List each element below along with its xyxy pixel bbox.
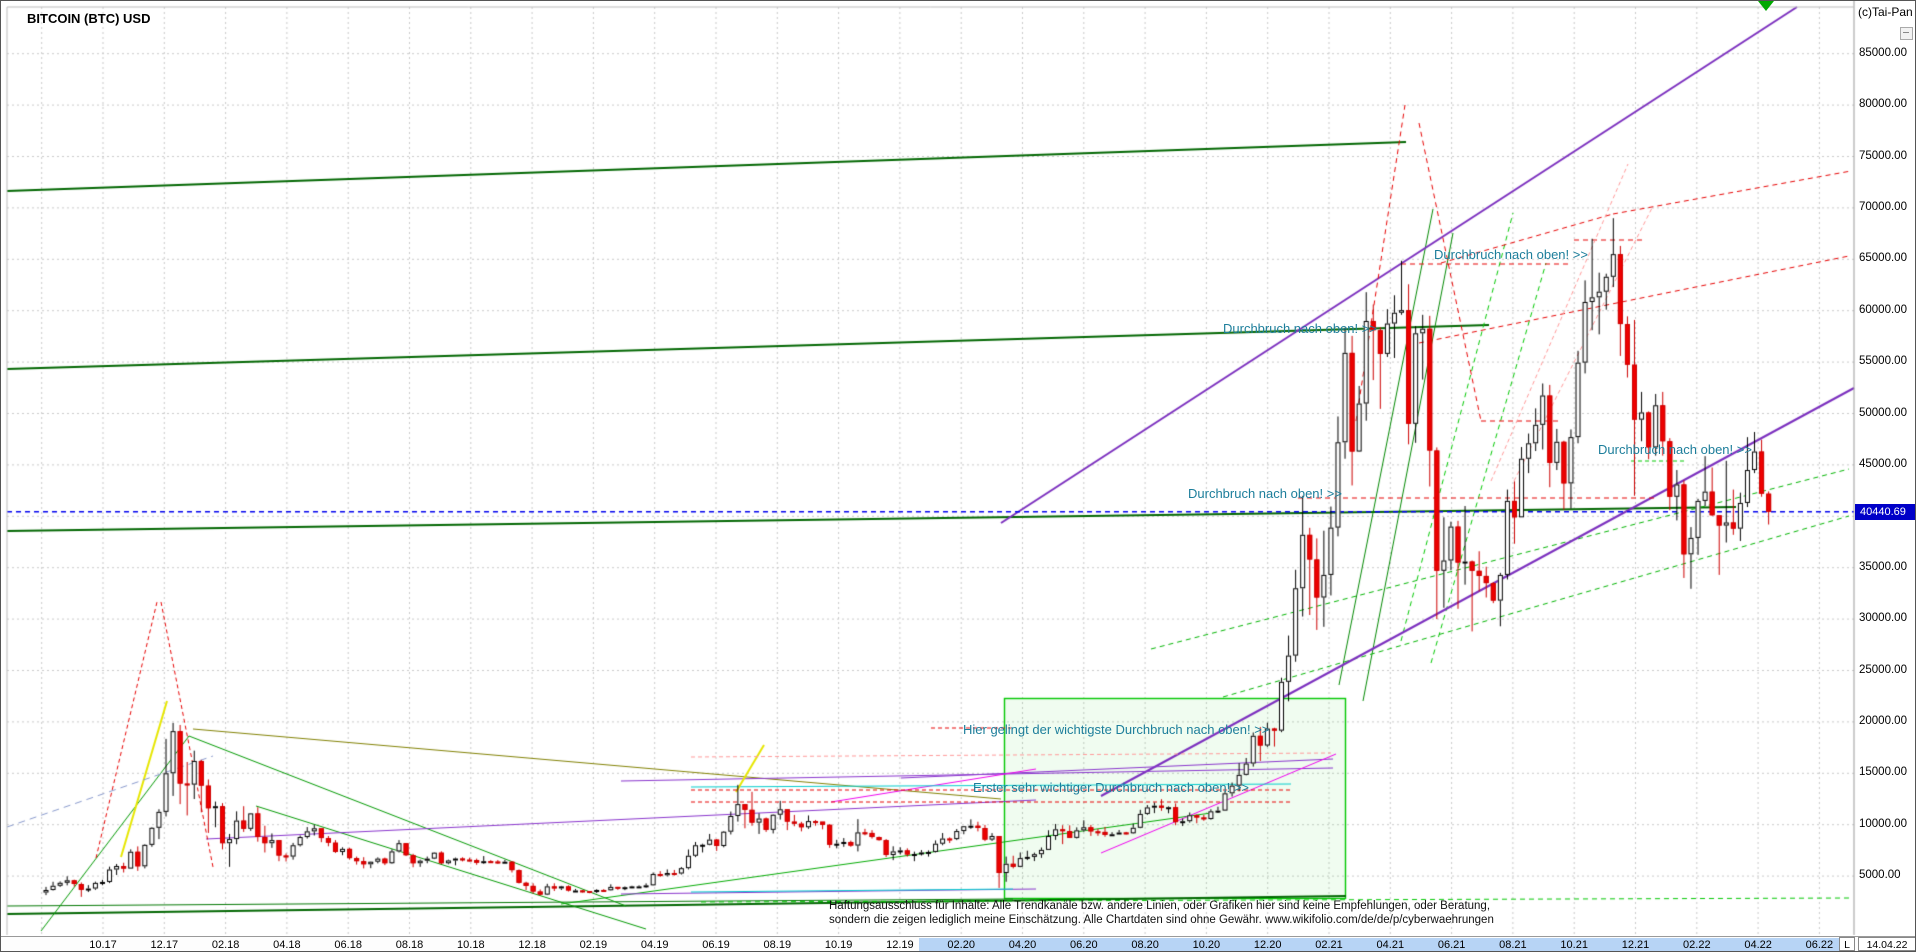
- x-axis-label: 10.18: [457, 939, 485, 951]
- x-axis-label: 10.19: [824, 939, 853, 951]
- x-axis-label: 06.21: [1437, 939, 1466, 951]
- y-axis-label: 75000.00: [1859, 149, 1907, 162]
- x-axis-label: 08.19: [763, 939, 792, 951]
- y-axis-label: 45000.00: [1859, 457, 1907, 470]
- x-axis-label: 06.20: [1070, 939, 1098, 951]
- x-axis-label: 06.19: [702, 939, 730, 951]
- x-axis-label: 10.20: [1192, 939, 1221, 951]
- x-axis-label: 06.22: [1805, 939, 1834, 951]
- page-title: BITCOIN (BTC) USD: [27, 11, 151, 26]
- copyright-label: (c)Tai-Pan: [1858, 5, 1913, 19]
- x-axis-label: 10.21: [1560, 939, 1588, 951]
- y-axis-label: 15000.00: [1859, 766, 1907, 779]
- x-axis-label: 04.18: [273, 939, 301, 951]
- disclaimer-line-2: sondern die zeigen lediglich meine Einsc…: [829, 913, 1494, 926]
- annotation-text: Durchbruch nach oben! >>: [1223, 321, 1377, 336]
- x-axis-label: 12.20: [1253, 939, 1282, 951]
- y-axis-label: 55000.00: [1859, 355, 1907, 368]
- x-axis-label: 02.19: [579, 939, 608, 951]
- y-axis-label: 50000.00: [1859, 406, 1907, 419]
- price-chart-canvas[interactable]: [1, 1, 1915, 951]
- y-axis-label: 35000.00: [1859, 560, 1907, 573]
- x-axis-label: 12.19: [886, 939, 914, 951]
- x-axis: 10.17 12.17 02.18 04.18 06.18 08.18 10.18 12.18…: [1, 936, 1915, 951]
- x-axis-label: 04.19: [640, 939, 669, 951]
- annotation-text: Hier gelingt der wichtigste Durchbruch n…: [963, 722, 1270, 737]
- disclaimer: Haftungsausschluss für Inhalte: Alle Tre…: [829, 900, 1494, 927]
- y-axis-label: 80000.00: [1859, 98, 1907, 111]
- annotation-text: Durchbruch nach oben! >>: [1598, 442, 1752, 457]
- green-arrow-marker-icon: [1758, 1, 1774, 11]
- x-axis-label: 08.21: [1499, 939, 1527, 951]
- x-axis-label: 10.17: [89, 939, 117, 951]
- x-axis-label: 12.18: [518, 939, 546, 951]
- y-axis-label: 30000.00: [1859, 612, 1907, 625]
- x-axis-label: 02.22: [1683, 939, 1711, 951]
- collapse-icon[interactable]: [1900, 27, 1913, 40]
- x-axis-label: 02.20: [947, 939, 975, 951]
- cursor-mode-box[interactable]: L: [1839, 937, 1855, 951]
- annotation-text: Durchbruch nach oben! >>: [1434, 247, 1588, 262]
- y-axis-label: 20000.00: [1859, 714, 1907, 727]
- y-axis-label: 10000.00: [1859, 817, 1907, 830]
- chart-window: BITCOIN (BTC) USD (c)Tai-Pan 85000.00 800…: [0, 0, 1916, 952]
- x-axis-label: 12.21: [1621, 939, 1650, 951]
- x-axis-label: 02.21: [1315, 939, 1343, 951]
- disclaimer-line-1: Haftungsausschluss für Inhalte: Alle Tre…: [829, 900, 1491, 912]
- x-axis-label: 08.18: [395, 939, 424, 951]
- y-axis-label: 25000.00: [1859, 663, 1907, 676]
- y-axis-label: 85000.00: [1859, 46, 1907, 59]
- y-axis-label: 5000.00: [1859, 869, 1901, 882]
- x-axis-label: 06.18: [334, 939, 362, 951]
- annotation-text: Durchbruch nach oben! >>: [1188, 486, 1342, 501]
- y-axis-label: 70000.00: [1859, 200, 1907, 213]
- x-axis-label: 04.21: [1376, 939, 1405, 951]
- last-price-tag: 40440.69: [1855, 504, 1915, 520]
- y-axis-label: 60000.00: [1859, 303, 1907, 316]
- y-axis-label: 65000.00: [1859, 252, 1907, 265]
- x-axis-label: 04.22: [1744, 939, 1772, 951]
- x-axis-label: 04.20: [1008, 939, 1037, 951]
- annotation-text: Erster sehr wichtiger Durchbruch nach ob…: [973, 780, 1250, 795]
- x-axis-label: 02.18: [211, 939, 240, 951]
- cursor-date-box: 14.04.22: [1858, 937, 1915, 951]
- x-axis-label: 12.17: [150, 939, 179, 951]
- x-axis-label: 08.20: [1131, 939, 1159, 951]
